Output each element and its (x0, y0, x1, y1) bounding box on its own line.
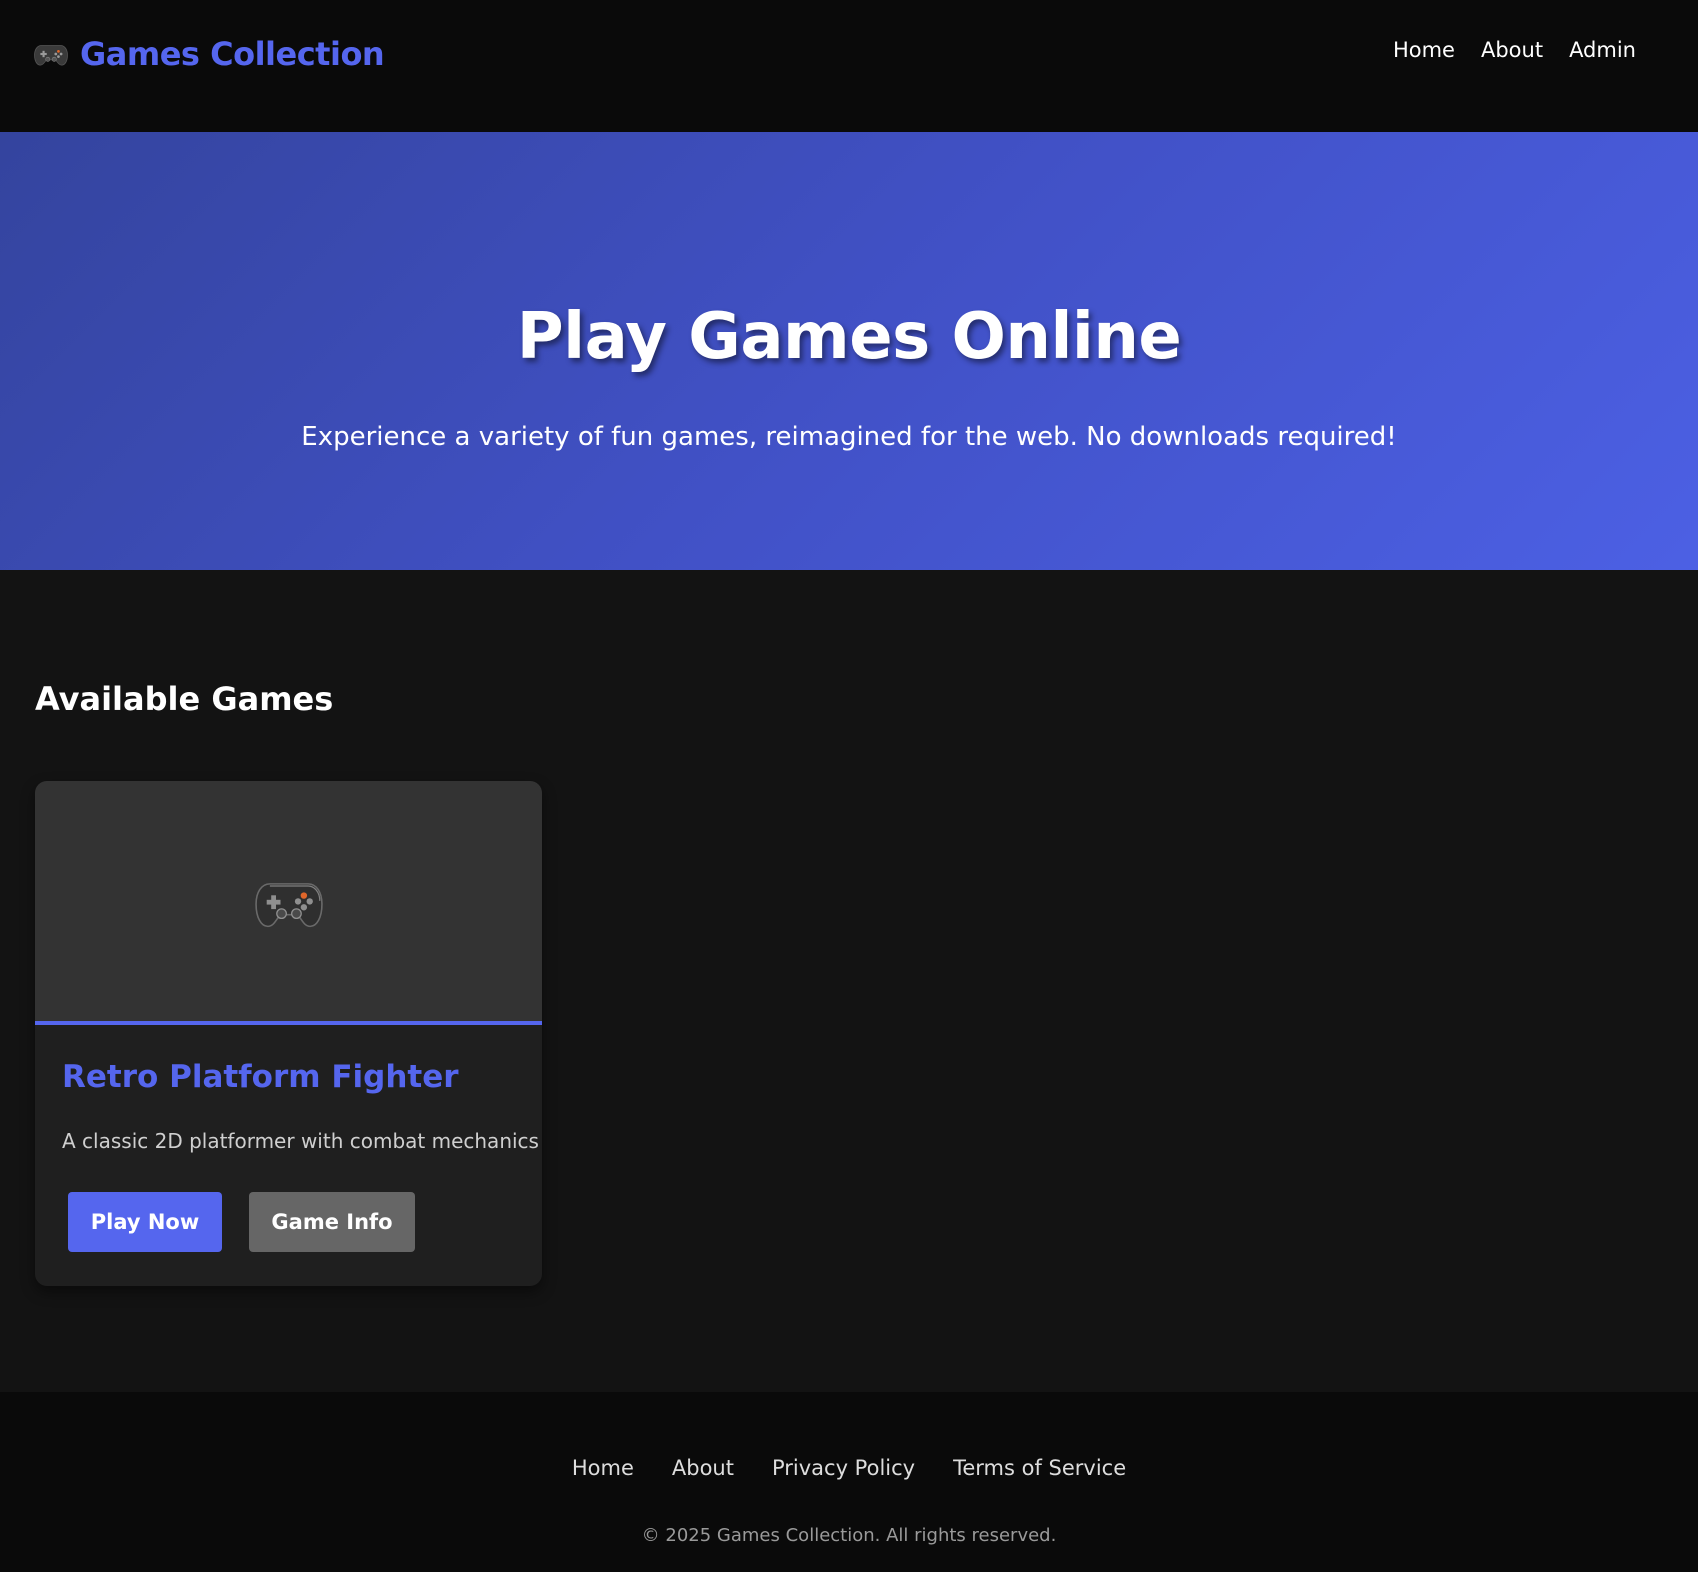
site-footer: Home About Privacy Policy Terms of Servi… (0, 1392, 1698, 1572)
game-thumbnail[interactable] (35, 781, 542, 1025)
footer-link-terms-of-service[interactable]: Terms of Service (953, 1456, 1126, 1480)
nav-link-admin[interactable]: Admin (1569, 38, 1636, 62)
game-title[interactable]: Retro Platform Fighter (62, 1059, 459, 1095)
section-title: Available Games (35, 680, 334, 718)
footer-link-privacy-policy[interactable]: Privacy Policy (772, 1456, 915, 1480)
footer-nav: Home About Privacy Policy Terms of Servi… (0, 1456, 1698, 1480)
play-now-button[interactable]: Play Now (68, 1192, 222, 1252)
game-description: A classic 2D platformer with combat mech… (62, 1129, 539, 1153)
footer-link-about[interactable]: About (672, 1456, 734, 1480)
hero-banner: Play Games Online Experience a variety o… (0, 132, 1698, 570)
game-info-button[interactable]: Game Info (249, 1192, 415, 1252)
game-card: Retro Platform Fighter A classic 2D plat… (35, 781, 542, 1286)
nav-link-about[interactable]: About (1481, 38, 1543, 62)
gamepad-icon (255, 883, 323, 928)
gamepad-icon (34, 45, 68, 66)
top-nav: Home About Admin (1393, 38, 1636, 62)
site-header: Games Collection Home About Admin (0, 0, 1698, 132)
brand-title: Games Collection (80, 35, 385, 73)
hero-title: Play Games Online (516, 300, 1182, 374)
nav-link-home[interactable]: Home (1393, 38, 1455, 62)
copyright-text: © 2025 Games Collection. All rights rese… (641, 1525, 1057, 1546)
footer-link-home[interactable]: Home (572, 1456, 634, 1480)
brand-logo-link[interactable]: Games Collection (34, 30, 385, 78)
hero-subtitle: Experience a variety of fun games, reima… (301, 422, 1397, 452)
